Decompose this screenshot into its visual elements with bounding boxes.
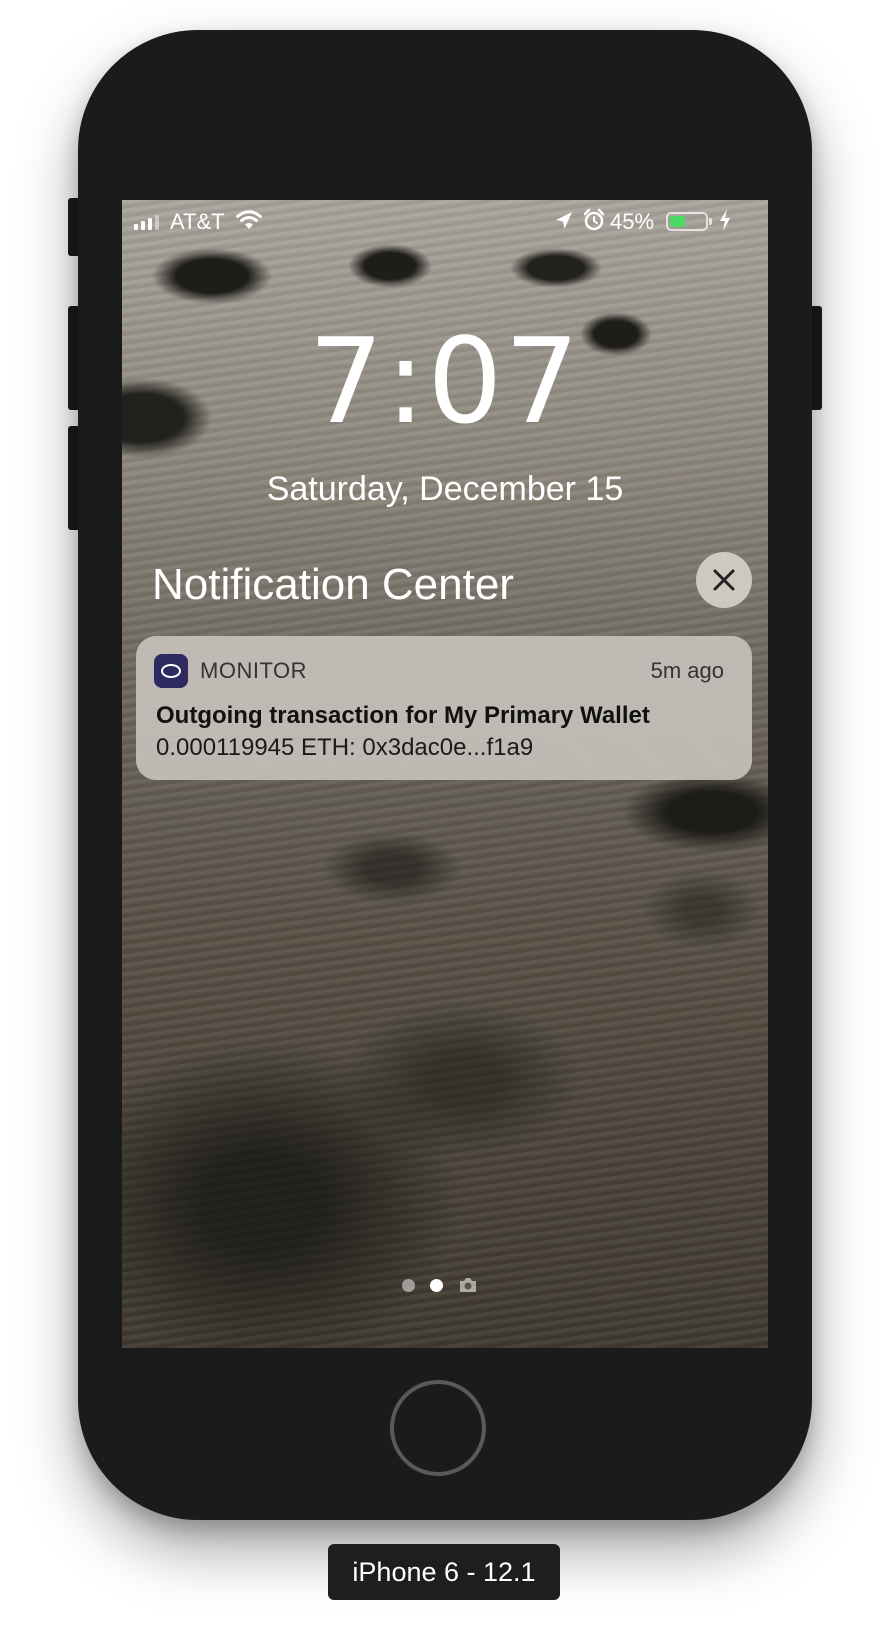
carrier-label: AT&T bbox=[170, 209, 225, 234]
camera-icon bbox=[458, 1276, 478, 1299]
notification-card[interactable]: MONITOR 5m ago Outgoing transaction for … bbox=[136, 636, 752, 780]
home-button[interactable] bbox=[390, 1380, 486, 1476]
device-label: iPhone 6 - 12.1 bbox=[328, 1544, 560, 1600]
alarm-icon bbox=[582, 208, 606, 238]
notification-app-name: MONITOR bbox=[200, 658, 307, 683]
location-icon bbox=[554, 210, 574, 238]
notification-center-title: Notification Center bbox=[152, 560, 514, 609]
lock-screen-time: 7:07 bbox=[308, 312, 582, 450]
notification-center-close-button[interactable] bbox=[696, 552, 752, 608]
notification-body: 0.000119945 ETH: 0x3dac0e...f1a9 bbox=[156, 734, 534, 761]
monitor-app-icon bbox=[154, 654, 188, 688]
page-indicator[interactable] bbox=[122, 1276, 768, 1296]
wifi-icon bbox=[236, 209, 262, 237]
close-icon bbox=[713, 569, 735, 591]
status-bar: AT&T 45% bbox=[122, 200, 768, 244]
battery-cap bbox=[709, 218, 712, 225]
signal-icon bbox=[134, 214, 159, 230]
lock-screen[interactable]: AT&T 45% 7:07 Saturday, December 15 Noti… bbox=[122, 200, 768, 1348]
lock-screen-date: Saturday, December 15 bbox=[266, 470, 624, 508]
notification-title: Outgoing transaction for My Primary Wall… bbox=[156, 702, 650, 729]
battery-icon bbox=[666, 212, 708, 231]
battery-level-fill bbox=[670, 216, 685, 227]
charging-bolt-icon bbox=[718, 208, 732, 238]
page-dot-current bbox=[430, 1279, 443, 1292]
battery-percent: 45% bbox=[610, 209, 655, 234]
page-dot bbox=[402, 1279, 415, 1292]
notification-time: 5m ago bbox=[650, 658, 724, 683]
